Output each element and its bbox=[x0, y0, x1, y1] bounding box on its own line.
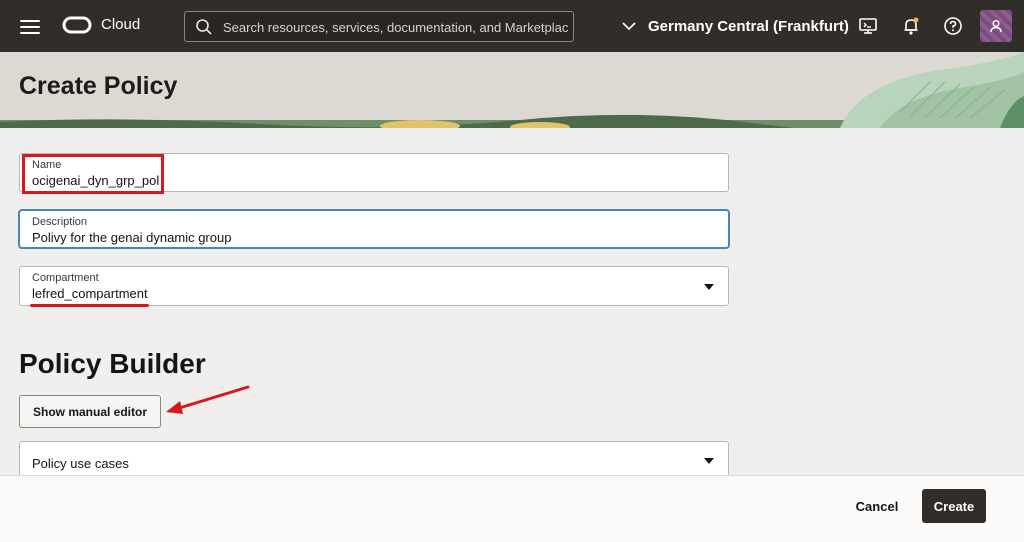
create-button[interactable]: Create bbox=[922, 489, 986, 523]
description-field[interactable]: Description Polivy for the genai dynamic… bbox=[19, 210, 729, 248]
dropdown-caret-icon bbox=[704, 458, 714, 464]
description-label: Description bbox=[32, 216, 88, 228]
compartment-value: lefred_compartment bbox=[32, 286, 148, 301]
user-avatar[interactable] bbox=[980, 10, 1012, 42]
compartment-label: Compartment bbox=[32, 272, 99, 284]
footer-bar: Cancel Create bbox=[0, 475, 1024, 542]
policy-use-cases-placeholder: Policy use cases bbox=[32, 456, 129, 471]
compartment-select[interactable]: Compartment lefred_compartment bbox=[19, 266, 729, 306]
search-box[interactable] bbox=[184, 11, 574, 42]
search-input[interactable] bbox=[223, 17, 568, 37]
help-icon[interactable] bbox=[942, 15, 964, 37]
page-title: Create Policy bbox=[19, 72, 178, 100]
user-icon bbox=[990, 20, 1002, 33]
notifications-icon[interactable] bbox=[900, 15, 922, 37]
top-navigation-bar: Cloud Germany Central (Frankfurt) bbox=[0, 0, 1024, 52]
description-value[interactable]: Polivy for the genai dynamic group bbox=[32, 230, 231, 245]
annotation-underline bbox=[30, 304, 149, 307]
policy-builder-title: Policy Builder bbox=[19, 348, 206, 379]
menu-icon[interactable] bbox=[20, 17, 40, 35]
region-selector[interactable]: Germany Central (Frankfurt) bbox=[620, 0, 849, 52]
show-manual-editor-button[interactable]: Show manual editor bbox=[19, 395, 161, 428]
region-label: Germany Central (Frankfurt) bbox=[648, 17, 849, 35]
oracle-logo[interactable] bbox=[62, 15, 92, 35]
cancel-button[interactable]: Cancel bbox=[842, 489, 912, 523]
dropdown-caret-icon bbox=[704, 284, 714, 290]
cloud-shell-icon[interactable] bbox=[857, 15, 879, 37]
annotation-arrow-icon bbox=[166, 385, 250, 414]
brand-label[interactable]: Cloud bbox=[101, 16, 140, 33]
annotation-highlight-box bbox=[22, 154, 164, 194]
chevron-down-icon bbox=[622, 22, 636, 31]
policy-use-cases-select[interactable]: Policy use cases bbox=[19, 441, 729, 479]
search-icon bbox=[196, 19, 212, 35]
